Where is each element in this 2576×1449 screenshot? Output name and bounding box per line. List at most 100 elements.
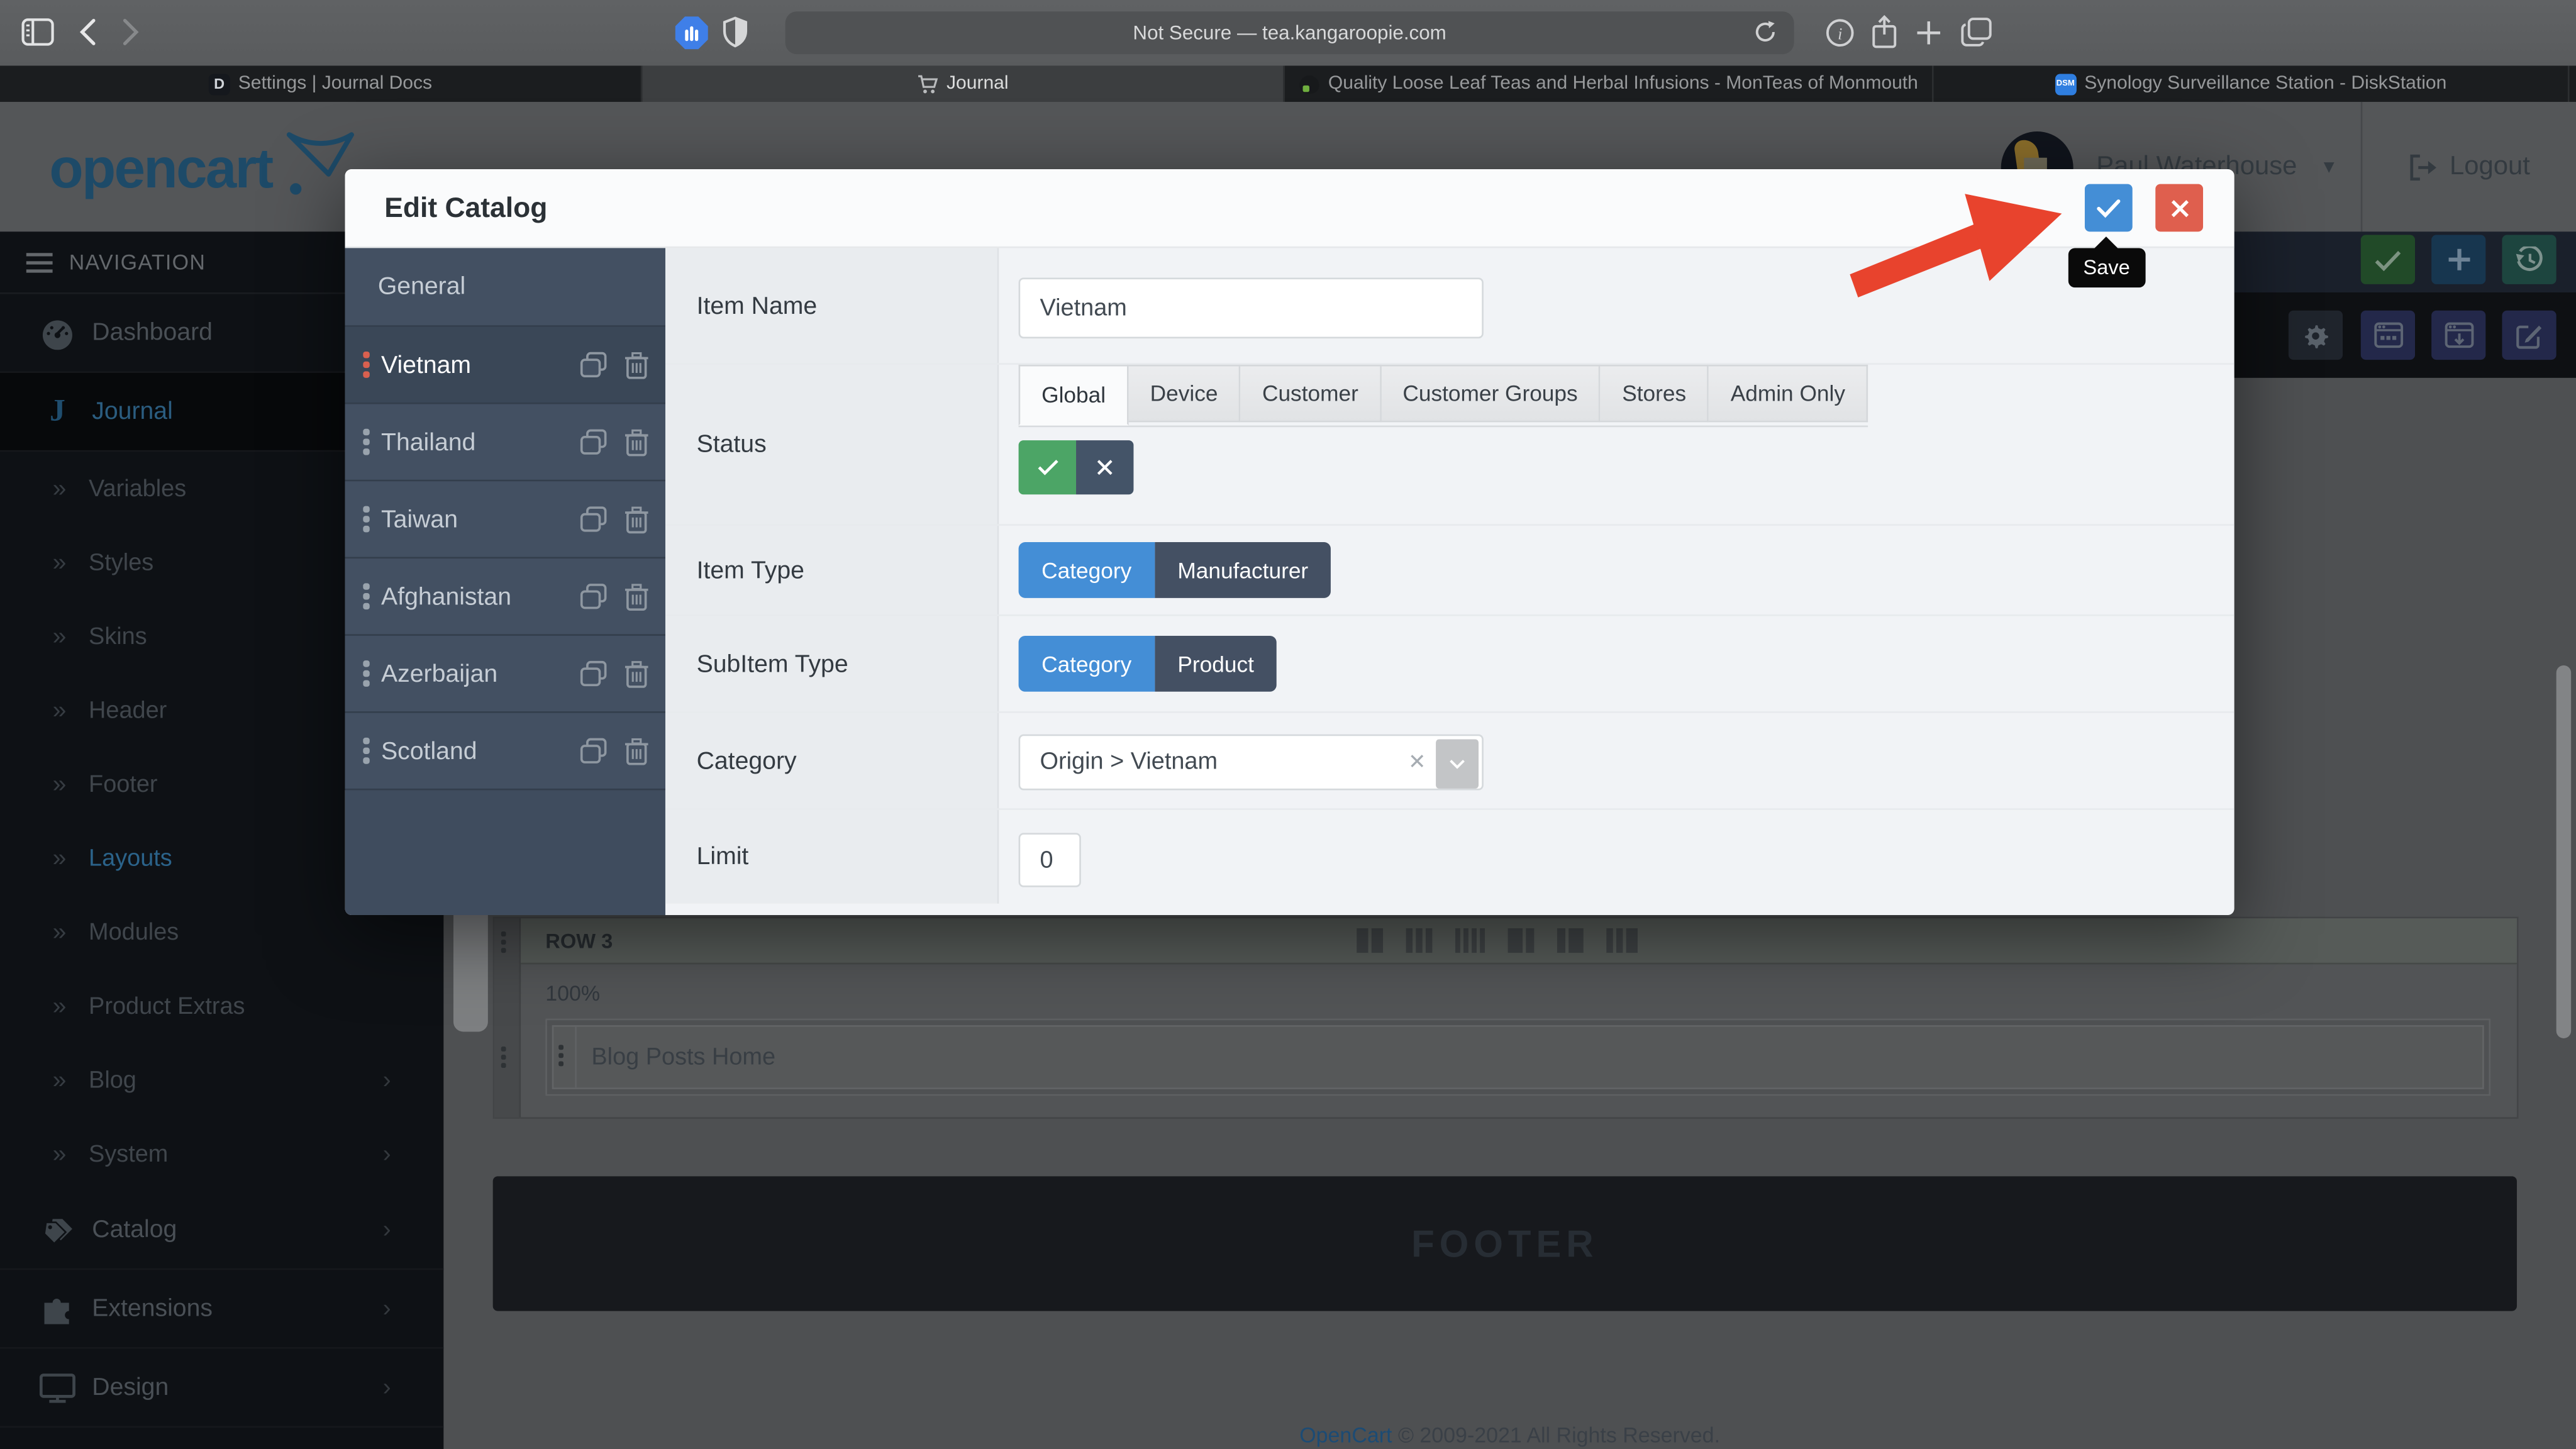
tab-overview-icon[interactable] xyxy=(1960,16,1992,48)
list-item-afghanistan[interactable]: Afghanistan xyxy=(345,558,665,636)
sidebar-toggle-icon[interactable] xyxy=(21,18,54,46)
content-edge xyxy=(453,915,488,1031)
item-type-option-manufacturer[interactable]: Manufacturer xyxy=(1155,542,1331,598)
add-page-button[interactable] xyxy=(2431,235,2485,284)
divider xyxy=(2361,102,2363,231)
sidebar-item-blog[interactable]: » Blog › xyxy=(0,1043,443,1118)
subitem-type-option-category[interactable]: Category xyxy=(1019,636,1155,692)
list-item-vietnam[interactable]: Vietnam xyxy=(345,327,665,404)
drag-handle-icon[interactable] xyxy=(363,352,369,378)
hamburger-icon[interactable] xyxy=(26,247,53,277)
trash-icon[interactable] xyxy=(625,505,649,533)
drag-handle-icon[interactable] xyxy=(363,506,369,533)
sidebar-item-extensions[interactable]: Extensions › xyxy=(0,1270,443,1348)
logout-button[interactable]: Logout xyxy=(2385,152,2553,182)
modal-close-button[interactable] xyxy=(2155,184,2203,232)
column-layout-icons[interactable] xyxy=(1356,928,1637,953)
trash-icon[interactable] xyxy=(625,428,649,455)
category-dropdown-button[interactable] xyxy=(1436,740,1479,789)
forward-icon[interactable] xyxy=(121,18,140,46)
module-drag-handle[interactable] xyxy=(553,1027,577,1088)
duplicate-icon[interactable] xyxy=(580,351,608,379)
browser-tab-4[interactable]: DSM Synology Surveillance Station - Disk… xyxy=(1934,65,2570,101)
reload-icon[interactable] xyxy=(1753,19,1777,44)
new-tab-icon[interactable] xyxy=(1916,19,1942,46)
trash-icon[interactable] xyxy=(625,351,649,379)
window-scrollbar[interactable] xyxy=(2557,665,2572,1038)
status-label: Status xyxy=(665,365,999,524)
sidebar-item-catalog[interactable]: Catalog › xyxy=(0,1191,443,1270)
opencart-logo[interactable]: opencart xyxy=(49,131,357,197)
sidebar-item-product-extras[interactable]: » Product Extras › xyxy=(0,969,443,1043)
duplicate-icon[interactable] xyxy=(580,505,608,533)
item-type-segment: CategoryManufacturer xyxy=(1019,542,1331,598)
subitem-type-segment: CategoryProduct xyxy=(1019,636,1277,692)
status-enabled-button[interactable] xyxy=(1019,440,1076,494)
list-item-scotland[interactable]: Scotland xyxy=(345,713,665,791)
status-tab-device[interactable]: Device xyxy=(1129,365,1241,422)
row-label: ROW 3 xyxy=(545,929,613,952)
shield-icon[interactable] xyxy=(723,16,747,48)
opencart-link[interactable]: OpenCart xyxy=(1299,1423,1392,1447)
drag-handle-icon[interactable] xyxy=(363,738,369,764)
item-name-input[interactable]: Vietnam xyxy=(1019,277,1484,338)
status-tab-stores[interactable]: Stores xyxy=(1601,365,1709,422)
save-page-button[interactable] xyxy=(2361,235,2415,284)
list-item-thailand[interactable]: Thailand xyxy=(345,404,665,482)
edit-layout-button[interactable] xyxy=(2502,311,2556,360)
status-toggle xyxy=(1019,440,1134,494)
chevron-down-icon[interactable]: ▼ xyxy=(2320,157,2338,176)
status-tab-admin-only[interactable]: Admin Only xyxy=(1709,365,1868,422)
tab-favicon-icon xyxy=(917,73,938,94)
limit-input[interactable]: 0 xyxy=(1019,833,1081,887)
window-modules-button[interactable] xyxy=(2361,311,2415,360)
sidebar-item-system[interactable]: » System › xyxy=(0,1117,443,1191)
status-tab-customer-groups[interactable]: Customer Groups xyxy=(1381,365,1601,422)
share-icon[interactable] xyxy=(1871,15,1897,50)
duplicate-icon[interactable] xyxy=(580,582,608,610)
category-input[interactable]: Origin > Vietnam ✕ xyxy=(1019,735,1484,791)
module-item[interactable]: Blog Posts Home xyxy=(552,1025,2484,1089)
chevrons-icon: » xyxy=(53,918,82,946)
window-import-button[interactable] xyxy=(2431,311,2485,360)
drag-handle-icon[interactable] xyxy=(363,583,369,609)
item-name-label: Item Name xyxy=(665,248,999,363)
status-tab-customer[interactable]: Customer xyxy=(1241,365,1381,422)
duplicate-icon[interactable] xyxy=(580,737,608,765)
browser-tab-3[interactable]: Quality Loose Leaf Teas and Herbal Infus… xyxy=(1285,65,1934,101)
sidebar-item-design[interactable]: Design › xyxy=(0,1349,443,1428)
list-item-general[interactable]: General xyxy=(345,248,665,326)
row-drag-handle[interactable] xyxy=(494,918,521,1117)
save-tooltip: Save xyxy=(2068,248,2145,287)
list-item-azerbaijan[interactable]: Azerbaijan xyxy=(345,636,665,713)
chevron-right-icon: › xyxy=(383,1066,391,1094)
back-icon[interactable] xyxy=(79,18,97,46)
status-disabled-button[interactable] xyxy=(1076,440,1133,494)
settings-gear-button[interactable] xyxy=(2289,311,2343,360)
item-type-option-category[interactable]: Category xyxy=(1019,542,1155,598)
list-item-taiwan[interactable]: Taiwan xyxy=(345,481,665,558)
modal-item-list-panel: General Vietnam Thailand Taiwan xyxy=(345,248,665,915)
content-blocker-icon[interactable] xyxy=(675,16,708,49)
modal-save-button[interactable] xyxy=(2085,184,2133,232)
browser-tab-1[interactable]: D Settings | Journal Docs xyxy=(0,65,642,101)
reader-info-icon[interactable]: i xyxy=(1825,18,1855,48)
address-bar[interactable]: Not Secure — tea.kangaroopie.com xyxy=(786,11,1794,54)
history-button[interactable] xyxy=(2502,235,2556,284)
subitem-type-option-product[interactable]: Product xyxy=(1155,636,1277,692)
drag-handle-icon[interactable] xyxy=(363,429,369,455)
status-tab-global[interactable]: Global xyxy=(1019,365,1129,426)
trash-icon[interactable] xyxy=(625,582,649,610)
duplicate-icon[interactable] xyxy=(580,660,608,687)
duplicate-icon[interactable] xyxy=(580,428,608,455)
drag-handle-icon[interactable] xyxy=(363,660,369,687)
footer-label: FOOTER xyxy=(1411,1221,1598,1266)
clear-icon[interactable]: ✕ xyxy=(1408,749,1426,775)
address-bar-url: Not Secure — tea.kangaroopie.com xyxy=(1133,21,1446,45)
gauge-icon xyxy=(33,316,82,349)
trash-icon[interactable] xyxy=(625,737,649,765)
chevrons-icon: » xyxy=(53,697,82,724)
trash-icon[interactable] xyxy=(625,660,649,687)
row-header[interactable]: ROW 3 xyxy=(521,918,2517,964)
browser-tab-2[interactable]: Journal xyxy=(642,65,1284,101)
